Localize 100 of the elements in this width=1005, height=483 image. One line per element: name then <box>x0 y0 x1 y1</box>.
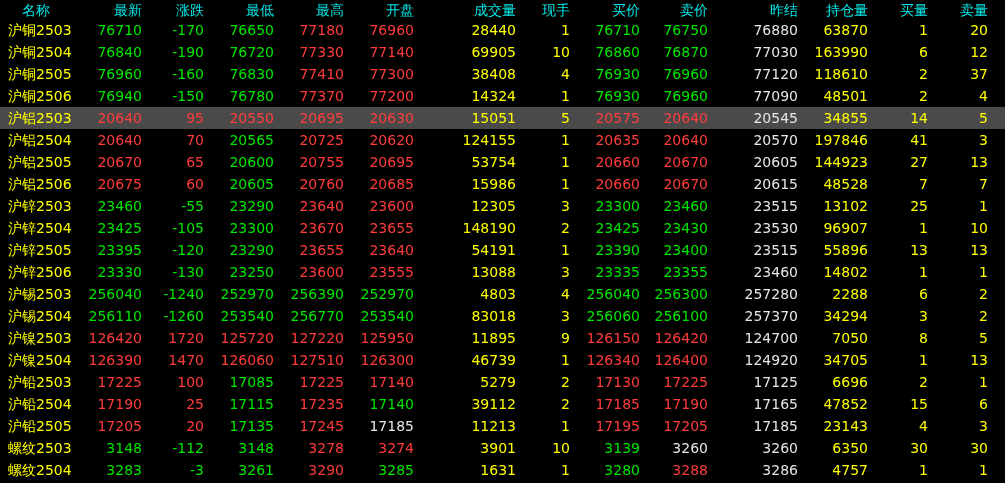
table-cell-text: 63870 <box>822 23 868 37</box>
price-cell-text: 76750 <box>662 23 708 37</box>
price-cell-text: 127220 <box>289 331 344 345</box>
table-cell-text: 3 <box>978 419 988 433</box>
table-cell-text: 13 <box>969 353 988 367</box>
table-cell-text: 1 <box>560 177 570 191</box>
table-cell-text: 55896 <box>822 243 868 257</box>
column-header[interactable]: 昨结 <box>708 2 798 17</box>
price-cell-text: 23390 <box>594 243 640 257</box>
table-cell-text: 23460 <box>752 265 798 279</box>
price-cell-text: 76830 <box>228 67 274 81</box>
price-cell-text: 60 <box>185 177 204 191</box>
column-header[interactable]: 最低 <box>204 2 274 17</box>
price-cell-text: 125950 <box>359 331 414 345</box>
table-cell-text: 6696 <box>831 375 868 389</box>
table-cell-text: 2 <box>560 221 570 235</box>
price-cell-text: 20685 <box>368 177 414 191</box>
table-cell-text: 1 <box>918 265 928 279</box>
table-cell-text: 5279 <box>479 375 516 389</box>
price-cell-text: 17130 <box>594 375 640 389</box>
price-cell-text: 1470 <box>167 353 204 367</box>
table-cell-text: 77030 <box>752 45 798 59</box>
table-cell-text: 14802 <box>822 265 868 279</box>
table-cell-text: 25 <box>909 199 928 213</box>
quote-row[interactable]: 沪铝2503 20640 95 20550 20695 20630 15051 5 20575 20640 20545 34855 14 5 <box>0 107 1005 129</box>
column-header[interactable]: 买量 <box>868 2 928 17</box>
column-header[interactable]: 最新 <box>82 2 142 17</box>
price-cell-text: 77330 <box>298 45 344 59</box>
table-cell-text: 7 <box>918 177 928 191</box>
column-header[interactable]: 名称 <box>0 2 82 17</box>
column-header[interactable]: 持仓量 <box>798 2 868 17</box>
table-cell-text: 1 <box>560 419 570 433</box>
table-cell-text: 4757 <box>831 463 868 477</box>
table-cell-text: 8 <box>918 331 928 345</box>
price-cell-text: 77200 <box>368 89 414 103</box>
price-cell-text: 23400 <box>662 243 708 257</box>
column-header[interactable]: 买价 <box>570 2 640 17</box>
table-cell-text: 2 <box>978 309 988 323</box>
table-cell-text: 17165 <box>752 397 798 411</box>
price-cell-text: 23640 <box>298 199 344 213</box>
contract-name: 沪铅2504 <box>7 397 73 411</box>
table-cell-text: 17125 <box>752 375 798 389</box>
table-cell-text: 20605 <box>752 155 798 169</box>
contract-name: 沪铜2504 <box>7 45 73 59</box>
price-cell-text: 17225 <box>298 375 344 389</box>
contract-name: 沪铅2505 <box>7 419 73 433</box>
column-header[interactable]: 卖量 <box>928 2 988 17</box>
table-cell-text: 3260 <box>761 441 798 455</box>
price-cell-text: 76930 <box>594 89 640 103</box>
price-cell-text: 23355 <box>662 265 708 279</box>
price-cell-text: 17135 <box>228 419 274 433</box>
price-cell-text: 125720 <box>219 331 274 345</box>
price-cell-text: 3261 <box>237 463 274 477</box>
table-cell-text: 48501 <box>822 89 868 103</box>
column-header[interactable]: 开盘 <box>344 2 414 17</box>
table-cell-text: 5 <box>978 111 988 125</box>
price-cell-text: 76960 <box>368 23 414 37</box>
table-cell-text: 1 <box>560 353 570 367</box>
table-cell-text: 13102 <box>822 199 868 213</box>
contract-name: 沪铜2506 <box>7 89 73 103</box>
table-cell-text: 48528 <box>822 177 868 191</box>
table-cell-text: 1 <box>560 89 570 103</box>
table-cell-text: 23515 <box>752 243 798 257</box>
table-cell-text: 1 <box>918 353 928 367</box>
price-cell-text: 23670 <box>298 221 344 235</box>
price-cell-text: 3285 <box>377 463 414 477</box>
table-cell-text: 1 <box>978 199 988 213</box>
price-cell-text: 1720 <box>167 331 204 345</box>
table-cell-text: 2 <box>918 67 928 81</box>
price-cell-text: 17185 <box>368 419 414 433</box>
column-header[interactable]: 最高 <box>274 2 344 17</box>
price-cell-text: 20725 <box>298 133 344 147</box>
price-cell-text: 253540 <box>219 309 274 323</box>
table-cell-text: 15051 <box>470 111 516 125</box>
table-cell-text: 13 <box>969 155 988 169</box>
price-cell-text: 3283 <box>105 463 142 477</box>
price-cell-text: 17225 <box>662 375 708 389</box>
table-cell-text: 20 <box>969 23 988 37</box>
table-cell-text: 2288 <box>831 287 868 301</box>
price-cell-text: 3290 <box>307 463 344 477</box>
price-cell-text: -112 <box>171 441 204 455</box>
table-cell-text: 15 <box>909 397 928 411</box>
table-cell-text: 1 <box>978 463 988 477</box>
price-cell-text: 256770 <box>289 309 344 323</box>
table-cell-text: 124700 <box>743 331 798 345</box>
table-cell-text: 34855 <box>822 111 868 125</box>
column-header[interactable]: 成交量 <box>414 2 516 17</box>
price-cell-text: 76710 <box>594 23 640 37</box>
column-header[interactable]: 卖价 <box>640 2 708 17</box>
price-cell-text: 76780 <box>228 89 274 103</box>
table-cell-text: 3 <box>560 265 570 279</box>
price-cell-text: -105 <box>171 221 204 235</box>
table-cell-text: 14324 <box>470 89 516 103</box>
table-cell-text: 2 <box>918 375 928 389</box>
price-cell-text: 95 <box>185 111 204 125</box>
price-cell-text: 20755 <box>298 155 344 169</box>
price-cell-text: 77370 <box>298 89 344 103</box>
column-header[interactable]: 现手 <box>516 2 570 17</box>
column-header[interactable]: 涨跌 <box>142 2 204 17</box>
table-cell-text: 1 <box>560 155 570 169</box>
